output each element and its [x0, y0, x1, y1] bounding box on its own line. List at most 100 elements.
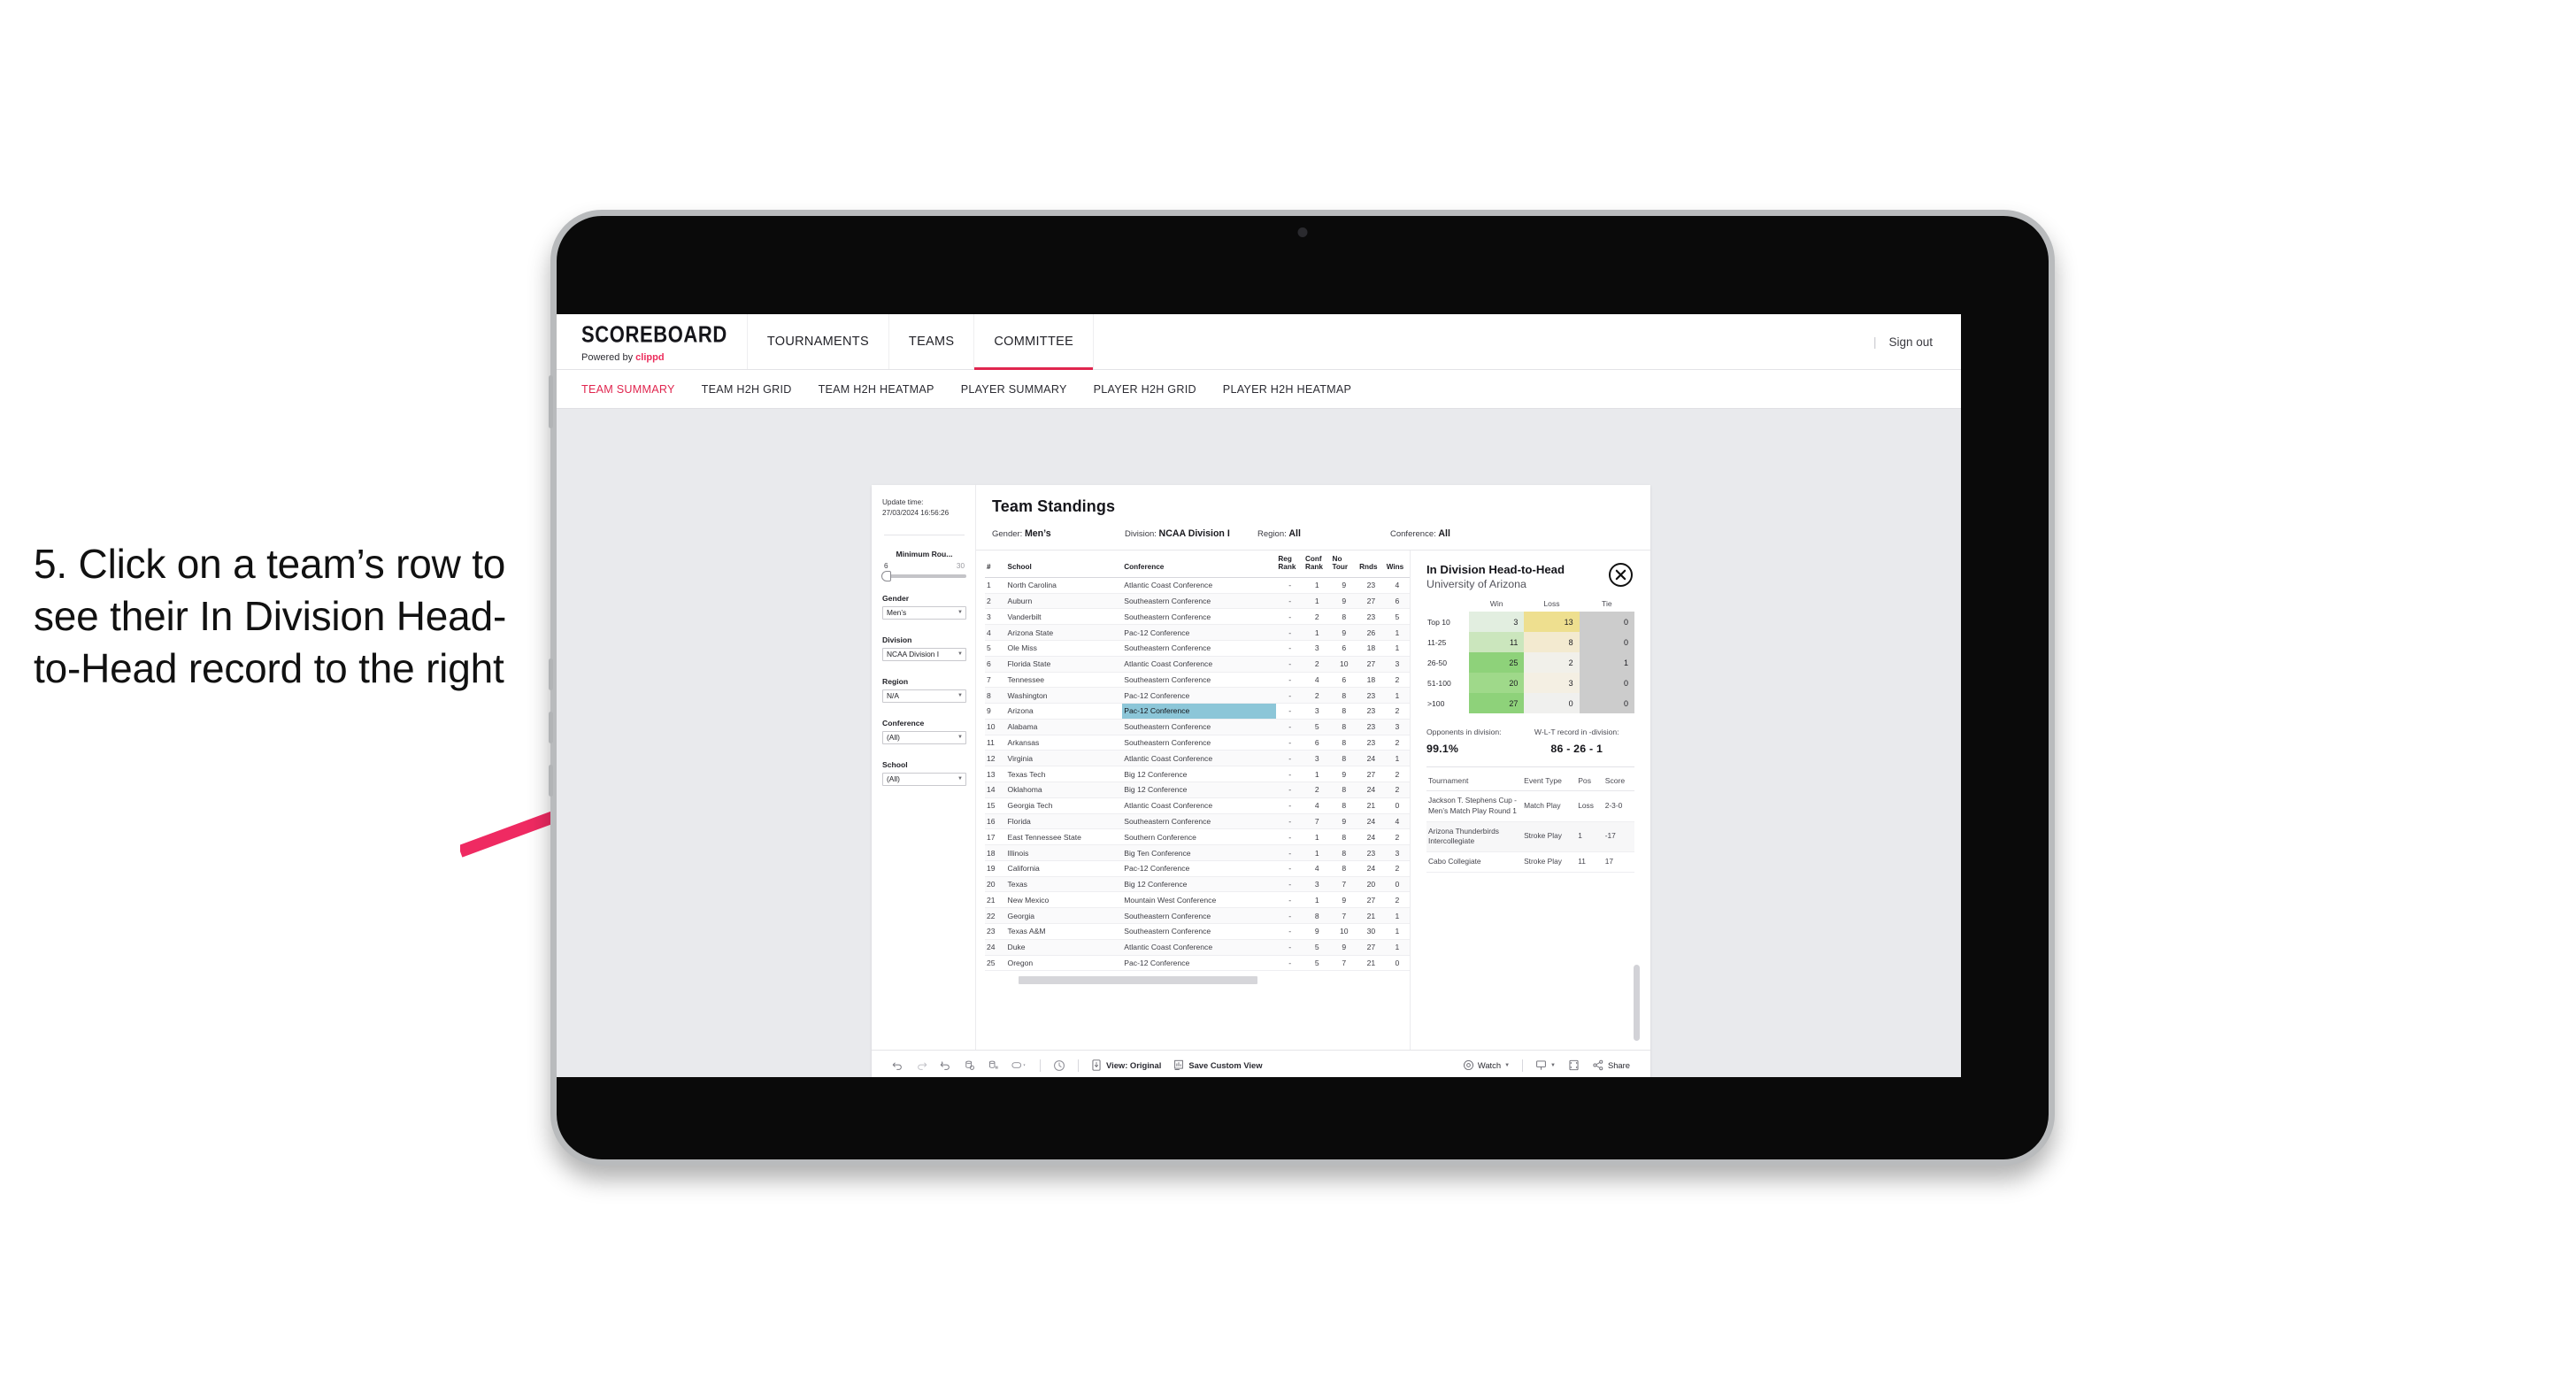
table-row[interactable]: 23 Texas A&M Southeastern Conference -9 10 30… — [985, 923, 1410, 940]
row-school: Oklahoma — [1005, 782, 1123, 798]
comment-button[interactable]: ▼ — [1529, 1059, 1562, 1071]
heatmap-cell[interactable]: 0 — [1579, 612, 1634, 632]
conference-select[interactable]: (All) ▼ — [882, 730, 966, 744]
nav-item-teams[interactable]: TEAMS — [888, 314, 973, 369]
top-nav-items: TOURNAMENTS TEAMS COMMITTEE — [746, 314, 1095, 370]
col-rnds[interactable]: Rnds — [1357, 551, 1385, 578]
nav-item-committee[interactable]: COMMITTEE — [973, 314, 1095, 370]
side-button-3[interactable] — [549, 765, 553, 797]
volume-button[interactable] — [549, 375, 553, 428]
tab-team-h2h-grid[interactable]: TEAM H2H GRID — [702, 383, 792, 396]
table-row[interactable]: 3 Vanderbilt Southeastern Conference -2 8 23 5 — [985, 608, 1410, 626]
col-wins[interactable]: Wins — [1384, 551, 1410, 578]
table-row[interactable]: 21 New Mexico Mountain West Conference -1 9 2… — [985, 891, 1410, 909]
tab-player-summary[interactable]: PLAYER SUMMARY — [961, 383, 1067, 396]
col-tournament[interactable]: Tournament — [1426, 773, 1523, 791]
heatmap-cell[interactable]: 3 — [1524, 673, 1580, 693]
table-row[interactable]: 13 Texas Tech Big 12 Conference -1 9 27 2 — [985, 766, 1410, 782]
region-select[interactable]: N/A ▼ — [882, 689, 966, 703]
row-wins: 1 — [1384, 923, 1410, 940]
heatmap-cell[interactable]: 1 — [1579, 652, 1634, 673]
fullscreen-button[interactable] — [1562, 1059, 1586, 1071]
slider-handle[interactable] — [881, 570, 891, 581]
watch-button[interactable]: Watch ▼ — [1457, 1059, 1516, 1071]
heatmap-cell[interactable]: 2 — [1524, 652, 1580, 673]
tab-player-h2h-heatmap[interactable]: PLAYER H2H HEATMAP — [1223, 383, 1351, 396]
row-no-tour: 8 — [1330, 735, 1358, 751]
brand-logo[interactable]: SCOREBOARD Powered by clippd — [557, 314, 747, 369]
heatmap-cell[interactable]: 8 — [1524, 632, 1580, 652]
table-row[interactable]: 25 Oregon Pac-12 Conference -5 7 21 0 — [985, 955, 1410, 972]
gender-select[interactable]: Men’s ▼ — [882, 605, 966, 620]
table-row[interactable]: 8 Washington Pac-12 Conference -2 8 23 1 — [985, 687, 1410, 705]
table-row[interactable]: 5 Ole Miss Southeastern Conference -3 6 18 1 — [985, 640, 1410, 657]
table-row[interactable]: 15 Georgia Tech Atlantic Coast Conference -… — [985, 797, 1410, 814]
table-row[interactable]: 2 Auburn Southeastern Conference -1 9 27 6 — [985, 593, 1410, 610]
list-item[interactable]: Cabo Collegiate Stroke Play 11 17 — [1426, 851, 1634, 873]
heatmap-cell[interactable]: 0 — [1579, 632, 1634, 652]
col-rank[interactable]: # — [985, 551, 1006, 578]
heatmap-cell[interactable]: 0 — [1579, 693, 1634, 713]
col-conference[interactable]: Conference — [1122, 551, 1277, 578]
col-reg-rank[interactable]: Reg Rank — [1276, 551, 1303, 578]
redo-icon[interactable] — [910, 1059, 934, 1071]
col-conf-rank[interactable]: Conf Rank — [1303, 551, 1331, 578]
table-row[interactable]: 14 Oklahoma Big 12 Conference -2 8 24 2 — [985, 782, 1410, 798]
table-row[interactable]: 7 Tennessee Southeastern Conference -4 6 18 2 — [985, 672, 1410, 689]
side-button-1[interactable] — [549, 658, 553, 690]
table-row[interactable]: 11 Arkansas Southeastern Conference -6 8 23 2 — [985, 735, 1410, 751]
list-item[interactable]: Jackson T. Stephens Cup - Men’s Match Pl… — [1426, 790, 1634, 822]
heatmap-cell[interactable]: 27 — [1469, 693, 1525, 713]
clock-icon[interactable] — [1047, 1059, 1072, 1072]
table-row[interactable]: 16 Florida Southeastern Conference -7 9 24 4 — [985, 813, 1410, 830]
refresh-data-icon[interactable] — [957, 1059, 981, 1071]
tab-team-summary[interactable]: TEAM SUMMARY — [581, 383, 675, 396]
minimum-rounds-slider[interactable] — [881, 570, 966, 581]
heatmap-cell[interactable]: 25 — [1469, 652, 1525, 673]
list-item[interactable]: Arizona Thunderbirds Intercollegiate Stro… — [1426, 821, 1634, 853]
close-icon[interactable] — [1609, 563, 1633, 587]
col-pos[interactable]: Pos — [1576, 773, 1603, 791]
heatmap-cell[interactable]: 0 — [1579, 673, 1634, 693]
table-row[interactable]: 12 Virginia Atlantic Coast Conference -3 8 24… — [985, 750, 1410, 767]
col-score[interactable]: Score — [1603, 773, 1634, 791]
school-select[interactable]: (All) ▼ — [882, 772, 966, 786]
table-row[interactable]: 4 Arizona State Pac-12 Conference -1 9 26 1 — [985, 624, 1410, 641]
table-row[interactable]: 1 North Carolina Atlantic Coast Conference… — [985, 577, 1410, 594]
col-school[interactable]: School — [1005, 551, 1123, 578]
table-row[interactable]: 10 Alabama Southeastern Conference -5 8 23 3 — [985, 719, 1410, 735]
heatmap-cell[interactable]: 13 — [1524, 612, 1580, 632]
tab-team-h2h-heatmap[interactable]: TEAM H2H HEATMAP — [819, 383, 934, 396]
tab-player-h2h-grid[interactable]: PLAYER H2H GRID — [1094, 383, 1196, 396]
save-custom-view-button[interactable]: Save Custom View — [1167, 1059, 1268, 1071]
table-row[interactable]: 18 Illinois Big Ten Conference -1 8 23 3 — [985, 844, 1410, 861]
tournaments-vertical-scrollbar[interactable] — [1634, 965, 1640, 1041]
table-row[interactable]: 20 Texas Big 12 Conference -3 7 20 0 — [985, 876, 1410, 893]
tablet-device-frame: SCOREBOARD Powered by clippd TOURNAMENTS… — [549, 210, 2055, 1166]
revert-icon[interactable] — [934, 1059, 957, 1071]
sign-out-link[interactable]: Sign out — [1888, 335, 1933, 349]
heatmap-cell[interactable]: 3 — [1469, 612, 1525, 632]
pause-auto-update-icon[interactable] — [981, 1059, 1005, 1071]
table-row[interactable]: 6 Florida State Atlantic Coast Conference -… — [985, 656, 1410, 673]
highlight-icon[interactable] — [1005, 1059, 1034, 1071]
heatmap-cell[interactable]: 20 — [1469, 673, 1525, 693]
share-button[interactable]: Share — [1586, 1059, 1636, 1071]
table-row[interactable]: 24 Duke Atlantic Coast Conference -5 9 27 1 — [985, 939, 1410, 956]
table-row[interactable]: 9 Arizona Pac-12 Conference -3 8 23 2 — [985, 703, 1410, 720]
heatmap-cell[interactable]: 11 — [1469, 632, 1525, 652]
division-select[interactable]: NCAA Division I ▼ — [882, 647, 966, 661]
divider: | — [1872, 335, 1877, 349]
heatmap-cell[interactable]: 0 — [1524, 693, 1580, 713]
table-row[interactable]: 19 California Pac-12 Conference -4 8 24 2 — [985, 860, 1410, 877]
table-row[interactable]: 22 Georgia Southeastern Conference -8 7 21 1 — [985, 907, 1410, 925]
table-row[interactable]: 17 East Tennessee State Southern Conferenc… — [985, 828, 1410, 846]
side-button-2[interactable] — [549, 712, 553, 743]
col-no-tour[interactable]: No Tour — [1330, 551, 1358, 578]
view-original-button[interactable]: View: Original — [1085, 1059, 1167, 1071]
nav-item-tournaments[interactable]: TOURNAMENTS — [746, 314, 888, 369]
col-event-type[interactable]: Event Type — [1522, 773, 1577, 791]
table-horizontal-scrollbar[interactable] — [1019, 976, 1257, 985]
undo-icon[interactable] — [886, 1059, 910, 1071]
meta-conference: Conference: All — [1390, 528, 1523, 539]
